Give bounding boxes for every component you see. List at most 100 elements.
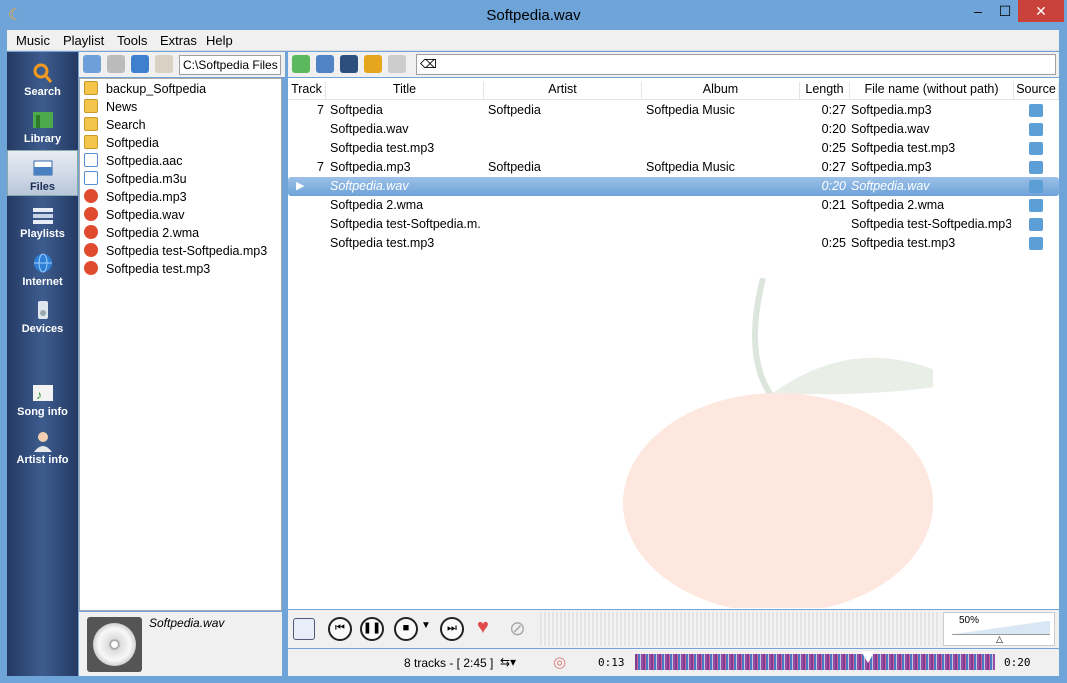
files-icon: [33, 160, 52, 176]
volume-control[interactable]: 50% △: [943, 612, 1055, 646]
cell-album: Softpedia Music: [646, 160, 735, 174]
visualizer: [540, 612, 940, 646]
sidebar-item-library[interactable]: Library: [7, 103, 78, 149]
menu-tools[interactable]: Tools: [117, 33, 147, 48]
sidebar: Search Library Files Playlists Internet …: [7, 52, 78, 676]
column-filename[interactable]: File name (without path): [850, 82, 1014, 100]
home-icon[interactable]: [155, 55, 173, 73]
file-item[interactable]: Softpedia.m3u: [84, 171, 187, 189]
cover-title: Softpedia.wav: [149, 616, 225, 630]
table-row[interactable]: Softpedia test.mp3 0:25 Softpedia test.mp3: [288, 139, 1059, 158]
artist-info-icon: [33, 432, 52, 452]
clear-filter-icon[interactable]: ⌫: [420, 57, 437, 71]
stop-button[interactable]: ■: [394, 617, 418, 641]
music-note-icon: [84, 153, 98, 167]
minimize-button[interactable]: –: [964, 0, 992, 22]
back-arrow-icon[interactable]: [83, 55, 101, 73]
file-item-label: Softpedia.wav: [106, 208, 185, 222]
menu-playlist[interactable]: Playlist: [63, 33, 104, 48]
file-item[interactable]: Softpedia.mp3: [84, 189, 187, 207]
up-arrow-icon[interactable]: [131, 55, 149, 73]
sidebar-label: Artist info: [16, 454, 69, 466]
sidebar-item-playlists[interactable]: Playlists: [7, 198, 78, 244]
maximize-button[interactable]: ☐: [992, 0, 1018, 22]
sidebar-label: Song info: [17, 406, 68, 418]
library-icon: [32, 112, 53, 128]
seek-thumb-icon[interactable]: [861, 651, 875, 663]
column-length[interactable]: Length: [800, 82, 850, 100]
love-heart-icon[interactable]: ♥: [477, 616, 489, 639]
ban-icon[interactable]: ⊘: [509, 616, 526, 641]
cell-length: 0:25: [821, 236, 846, 250]
source-file-icon: [1029, 123, 1043, 136]
file-item[interactable]: News: [84, 99, 137, 117]
sidebar-label: Devices: [21, 323, 64, 335]
sidebar-item-devices[interactable]: Devices: [7, 293, 78, 339]
table-row[interactable]: Softpedia.wav 0:20 Softpedia.wav ▶: [288, 177, 1059, 196]
seek-bar[interactable]: [635, 654, 995, 670]
volume-slider[interactable]: [952, 621, 1050, 635]
cell-title: Softpedia: [330, 103, 383, 117]
sidebar-item-files[interactable]: Files: [7, 150, 78, 196]
sidebar-item-search[interactable]: Search: [7, 56, 78, 102]
filter-input[interactable]: ⌫: [416, 54, 1056, 75]
menu-help[interactable]: Help: [206, 33, 233, 48]
file-item[interactable]: Softpedia 2.wma: [84, 225, 199, 243]
file-item-label: News: [106, 100, 138, 114]
table-row[interactable]: Softpedia.wav 0:20 Softpedia.wav: [288, 120, 1059, 139]
pause-button[interactable]: ❚❚: [360, 617, 384, 641]
file-item[interactable]: Softpedia test.mp3: [84, 261, 210, 279]
file-item[interactable]: backup_Softpedia: [84, 81, 206, 99]
file-item[interactable]: Softpedia: [84, 135, 159, 153]
globe-icon: [33, 253, 52, 273]
previous-button[interactable]: ⏮: [328, 617, 352, 641]
column-source[interactable]: Source: [1014, 82, 1059, 100]
close-button[interactable]: ✕: [1018, 0, 1064, 22]
playlist-view: Track Title Artist Album Length File nam…: [288, 78, 1059, 609]
headphones-icon: [84, 189, 98, 203]
table-row[interactable]: Softpedia test.mp3 0:25 Softpedia test.mp3: [288, 234, 1059, 253]
file-item[interactable]: Softpedia.wav: [84, 207, 185, 225]
status-bar: 8 tracks - [ 2:45 ] ⇆▾ ◎ 0:13 0:20: [288, 649, 1059, 676]
column-track[interactable]: Track: [288, 82, 326, 100]
save-icon[interactable]: [340, 55, 358, 73]
cd-disc-icon: [93, 623, 136, 666]
file-item[interactable]: Search: [84, 117, 146, 135]
cell-file: Softpedia 2.wma: [851, 198, 945, 212]
cell-file: Softpedia test-Softpedia.mp3: [851, 217, 1011, 231]
menu-music[interactable]: Music: [16, 33, 50, 48]
stop-options-arrow-icon[interactable]: ▼: [421, 620, 431, 631]
column-album[interactable]: Album: [642, 82, 800, 100]
print-icon[interactable]: [316, 55, 334, 73]
next-button[interactable]: ⏭: [440, 617, 464, 641]
file-item[interactable]: Softpedia.aac: [84, 153, 182, 171]
repeat-mode-icon[interactable]: ⇆▾: [500, 655, 516, 669]
add-file-icon[interactable]: [292, 55, 310, 73]
column-title[interactable]: Title: [326, 82, 484, 100]
sidebar-item-artist-info[interactable]: Artist info: [7, 424, 78, 470]
cell-file: Softpedia.wav: [851, 179, 930, 193]
redo-icon[interactable]: [388, 55, 406, 73]
table-row[interactable]: Softpedia test-Softpedia.m... Softpedia t…: [288, 215, 1059, 234]
path-field[interactable]: C:\Softpedia Files: [179, 55, 281, 75]
volume-thumb-icon[interactable]: △: [996, 634, 1003, 645]
undo-icon[interactable]: [364, 55, 382, 73]
sidebar-label: Search: [24, 86, 61, 98]
column-artist[interactable]: Artist: [484, 82, 642, 100]
cell-title: Softpedia.mp3: [330, 160, 411, 174]
visualization-toggle-icon[interactable]: [293, 618, 315, 640]
sidebar-item-internet[interactable]: Internet: [7, 246, 78, 292]
table-row[interactable]: 7 Softpedia Softpedia Softpedia Music 0:27 So…: [288, 101, 1059, 120]
lastfm-icon[interactable]: ◎: [553, 653, 566, 671]
devices-icon: [37, 301, 48, 319]
file-item[interactable]: Softpedia test-Softpedia.mp3: [84, 243, 267, 261]
forward-arrow-icon[interactable]: [107, 55, 125, 73]
source-file-icon: [1029, 218, 1043, 231]
table-row[interactable]: Softpedia 2.wma 0:21 Softpedia 2.wma: [288, 196, 1059, 215]
table-row[interactable]: 7 Softpedia.mp3 Softpedia Softpedia Music 0:…: [288, 158, 1059, 177]
cell-title: Softpedia test.mp3: [330, 141, 435, 155]
menu-extras[interactable]: Extras: [160, 33, 197, 48]
sidebar-item-song-info[interactable]: ♪ Song info: [7, 376, 78, 422]
file-item-label: Softpedia: [106, 136, 159, 150]
now-playing-icon: ▶: [296, 180, 305, 192]
